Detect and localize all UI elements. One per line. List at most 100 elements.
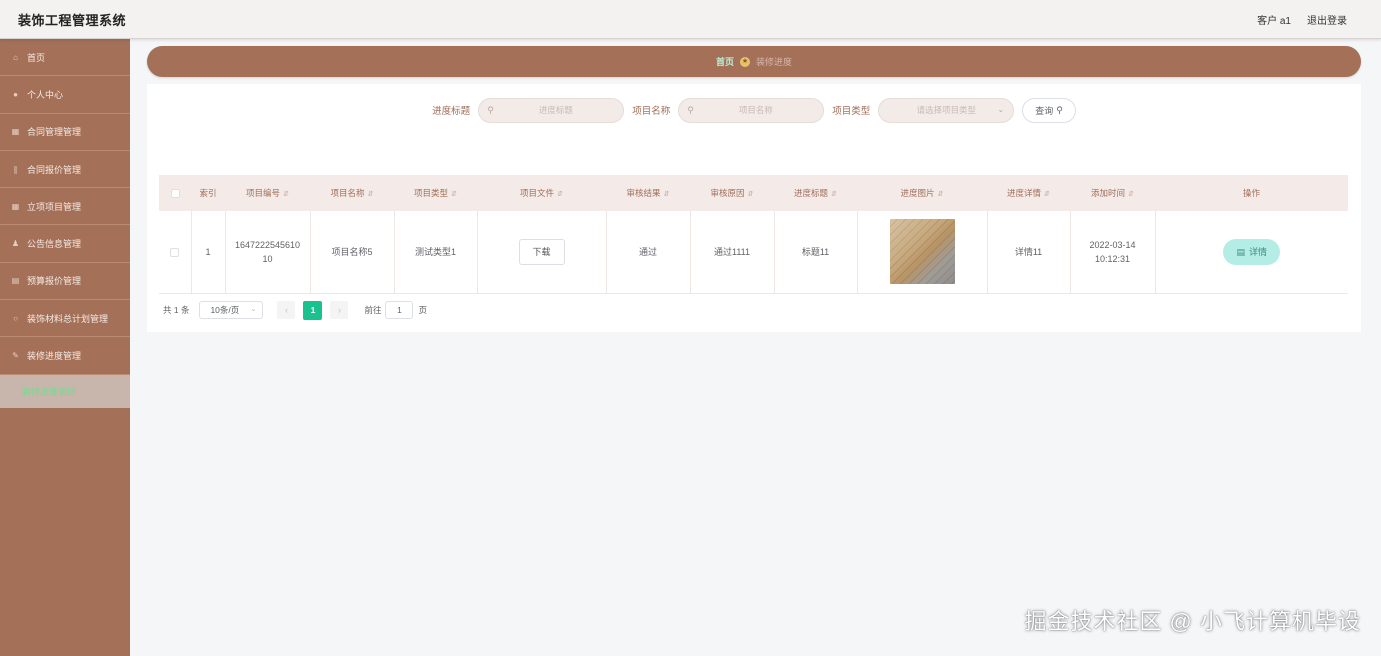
progress-title-label: 进度标题 <box>432 106 471 117</box>
column-header[interactable]: 进度标题 ⇵ <box>774 175 857 211</box>
progress-table: 索引 项目编号 ⇵ 项目名称 ⇵ 项目类型 ⇵ 项目文件 ⇵ 审核结果 ⇵ 审核原因 ⇵ 进… <box>159 175 1348 294</box>
progress-image-cell <box>857 211 988 294</box>
column-header[interactable]: 项目类型 ⇵ <box>394 175 477 211</box>
sidebar-item-label: 预算报价管理 <box>27 276 82 287</box>
home-icon: ⌂ <box>13 52 18 62</box>
column-header[interactable]: 项目名称 ⇵ <box>310 175 394 211</box>
table-header-row: 索引 项目编号 ⇵ 项目名称 ⇵ 项目类型 ⇵ 项目文件 ⇵ 审核结果 ⇵ 审核原因 ⇵ 进… <box>159 175 1348 211</box>
search-icon: ⚲ <box>1056 104 1063 115</box>
next-page-button[interactable]: › <box>330 301 349 319</box>
column-header[interactable]: 进度图片 ⇵ <box>857 175 987 211</box>
sort-icon: ⇵ <box>1044 191 1050 198</box>
budget-icon: ▤ <box>11 276 20 286</box>
sidebar-item-label: 首页 <box>27 52 46 63</box>
watermark: 掘金技术社区 @ 小飞计算机毕设 <box>1024 609 1361 634</box>
row-select-cell <box>159 211 192 294</box>
audit-result-cell: 通过 <box>606 211 691 294</box>
sidebar-item-progress[interactable]: ✎ 装修进度管理 <box>0 337 130 375</box>
app-title: 装饰工程管理系统 <box>18 12 127 28</box>
sort-icon: ⇵ <box>1128 191 1134 198</box>
audit-reason-cell: 通过1111 <box>690 211 775 294</box>
breadcrumb-home[interactable]: 首页 <box>716 55 734 68</box>
index-cell: 1 <box>191 211 226 294</box>
project-file-cell: 下载 <box>477 211 607 294</box>
column-header[interactable]: 添加时间 ⇵ <box>1070 175 1155 211</box>
sidebar-item-label: 装饰材料总计划管理 <box>27 313 109 324</box>
progress-title-input[interactable] <box>496 105 616 115</box>
sidebar-item-label: 装修进度管理 <box>27 351 82 362</box>
project-name-cell: 项目名称5 <box>310 211 395 294</box>
project-type-cell: 测试类型1 <box>394 211 478 294</box>
download-button[interactable]: 下载 <box>518 238 565 265</box>
sort-icon: ⇵ <box>831 191 837 198</box>
pagination-total: 共 1 条 <box>163 305 190 315</box>
top-header: 装饰工程管理系统 客户 a1 退出登录 <box>0 0 1381 39</box>
sidebar-item-project[interactable]: ▦ 立项项目管理 <box>0 188 130 226</box>
sidebar: ⌂ 首页 ● 个人中心 ▦ 合同管理管理 ∥ 合同报价管理 ▦ 立项项目管理 ♟… <box>0 39 130 656</box>
sidebar-subitem-progress[interactable]: 装修进度管理 <box>0 374 130 408</box>
project-name-label: 项目名称 <box>632 106 671 117</box>
sort-icon: ⇵ <box>747 191 754 198</box>
goto-page-input[interactable] <box>385 301 414 319</box>
prev-page-button[interactable]: ‹ <box>277 301 296 319</box>
query-button-label: 查询 <box>1035 105 1054 116</box>
content-panel: 进度标题 ⚲ 项目名称 ⚲ 项目类型 请选择项目类型 ⌄ 查询 ⚲ <box>147 84 1361 332</box>
project-name-input[interactable] <box>696 105 816 115</box>
logout-link[interactable]: 退出登录 <box>1307 12 1347 27</box>
material-icon: ○ <box>13 313 18 323</box>
detail-button[interactable]: ▤ 详情 <box>1223 238 1281 265</box>
project-no-cell: 1647222545610 10 <box>225 211 311 294</box>
star-icon: ★ <box>740 56 750 67</box>
progress-title-field: ⚲ <box>478 97 625 123</box>
action-cell: ▤ 详情 <box>1155 211 1348 294</box>
sort-icon: ⇵ <box>451 191 457 198</box>
column-header[interactable]: 审核结果 ⇵ <box>606 175 690 211</box>
added-time-cell: 2022-03-14 10:12:31 <box>1070 211 1156 294</box>
query-button[interactable]: 查询 ⚲ <box>1022 97 1076 123</box>
sidebar-item-contract-quote[interactable]: ∥ 合同报价管理 <box>0 151 130 189</box>
sidebar-item-profile[interactable]: ● 个人中心 <box>0 76 130 114</box>
user-label[interactable]: 客户 a1 <box>1257 12 1291 27</box>
column-header: 索引 <box>191 175 225 211</box>
sidebar-item-contract[interactable]: ▦ 合同管理管理 <box>0 114 130 151</box>
goto-label: 前往 <box>364 305 382 315</box>
sidebar-item-label: 立项项目管理 <box>27 201 82 212</box>
page-number-button[interactable]: 1 <box>303 300 323 320</box>
column-header[interactable]: 项目文件 ⇵ <box>477 175 606 211</box>
row-checkbox[interactable] <box>170 247 180 257</box>
contract-icon: ▦ <box>11 127 20 137</box>
progress-image[interactable] <box>889 219 955 285</box>
sidebar-item-budget[interactable]: ▤ 预算报价管理 <box>0 263 130 301</box>
pagination: 共 1 条 10条/页 ⌄ ‹ 1 › 前往 页 <box>163 300 427 320</box>
progress-detail-cell: 详情11 <box>987 211 1071 294</box>
project-type-select[interactable]: 请选择项目类型 ⌄ <box>878 97 1015 123</box>
sidebar-item-notice[interactable]: ♟ 公告信息管理 <box>0 225 130 263</box>
column-header[interactable]: 项目编号 ⇵ <box>225 175 310 211</box>
progress-icon: ✎ <box>12 351 19 361</box>
search-form: 进度标题 ⚲ 项目名称 ⚲ 项目类型 请选择项目类型 ⌄ 查询 ⚲ <box>147 97 1361 123</box>
project-type-label: 项目类型 <box>832 106 871 117</box>
sidebar-item-label: 合同报价管理 <box>27 164 82 175</box>
chevron-down-icon: ⌄ <box>250 306 257 313</box>
column-header[interactable]: 审核原因 ⇵ <box>690 175 774 211</box>
sidebar-item-label: 个人中心 <box>27 89 64 100</box>
project-type-placeholder: 请选择项目类型 <box>916 105 976 115</box>
page-size-select[interactable]: 10条/页 ⌄ <box>199 301 264 319</box>
notice-icon: ♟ <box>11 239 20 249</box>
search-icon: ⚲ <box>487 104 494 115</box>
project-name-field: ⚲ <box>678 97 825 123</box>
sort-icon: ⇵ <box>283 191 289 198</box>
sort-icon: ⇵ <box>663 191 670 198</box>
sort-icon: ⇵ <box>367 191 374 198</box>
search-icon: ⚲ <box>687 104 694 115</box>
column-header[interactable]: 进度详情 ⇵ <box>987 175 1070 211</box>
project-icon: ▦ <box>11 201 20 211</box>
select-all-checkbox[interactable] <box>170 189 180 199</box>
sidebar-item-material-plan[interactable]: ○ 装饰材料总计划管理 <box>0 300 130 338</box>
sidebar-item-home[interactable]: ⌂ 首页 <box>0 39 130 77</box>
breadcrumb-current: 装修进度 <box>756 57 793 67</box>
detail-button-label: 详情 <box>1249 246 1268 257</box>
sidebar-item-label: 公告信息管理 <box>27 239 82 250</box>
sort-icon: ⇵ <box>557 191 563 198</box>
quote-icon: ∥ <box>13 164 18 174</box>
